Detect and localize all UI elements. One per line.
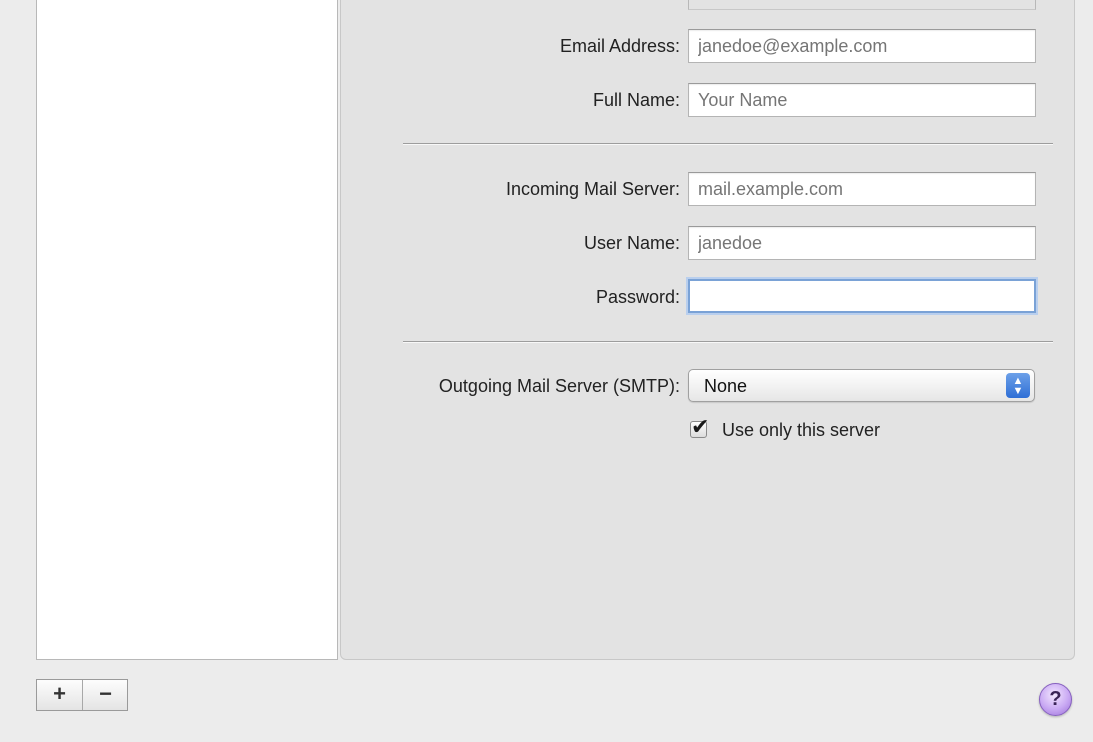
incoming-server-field[interactable] xyxy=(688,172,1036,206)
plus-icon: + xyxy=(53,681,66,706)
remove-account-button[interactable]: − xyxy=(83,680,128,710)
incoming-server-label: Incoming Mail Server: xyxy=(505,179,680,199)
question-mark-icon: ? xyxy=(1049,688,1062,710)
full-name-field[interactable] xyxy=(688,83,1036,117)
use-only-this-server-label: Use only this server xyxy=(722,420,881,440)
smtp-selected-value: None xyxy=(704,376,748,396)
email-field[interactable] xyxy=(688,29,1036,63)
password-field[interactable] xyxy=(688,279,1036,313)
checkmark-icon: ✔ xyxy=(691,414,710,439)
smtp-label: Outgoing Mail Server (SMTP): xyxy=(438,376,680,396)
user-name-label: User Name: xyxy=(583,233,680,253)
email-label: Email Address: xyxy=(559,36,680,56)
previous-field-edge xyxy=(688,0,1036,10)
full-name-label: Full Name: xyxy=(592,90,680,110)
minus-icon: − xyxy=(99,681,112,706)
password-label: Password: xyxy=(595,287,680,307)
account-list[interactable] xyxy=(36,0,338,660)
section-divider xyxy=(403,143,1053,145)
add-account-button[interactable]: + xyxy=(37,680,83,710)
section-divider xyxy=(403,341,1053,343)
up-down-arrows-icon: ▲ ▼ xyxy=(1006,373,1030,398)
user-name-field[interactable] xyxy=(688,226,1036,260)
add-remove-buttons: + − xyxy=(36,679,128,711)
smtp-select[interactable]: None ▲ ▼ xyxy=(688,369,1035,402)
help-button[interactable]: ? xyxy=(1039,683,1072,716)
use-only-this-server-checkbox[interactable]: ✔ xyxy=(690,414,709,439)
